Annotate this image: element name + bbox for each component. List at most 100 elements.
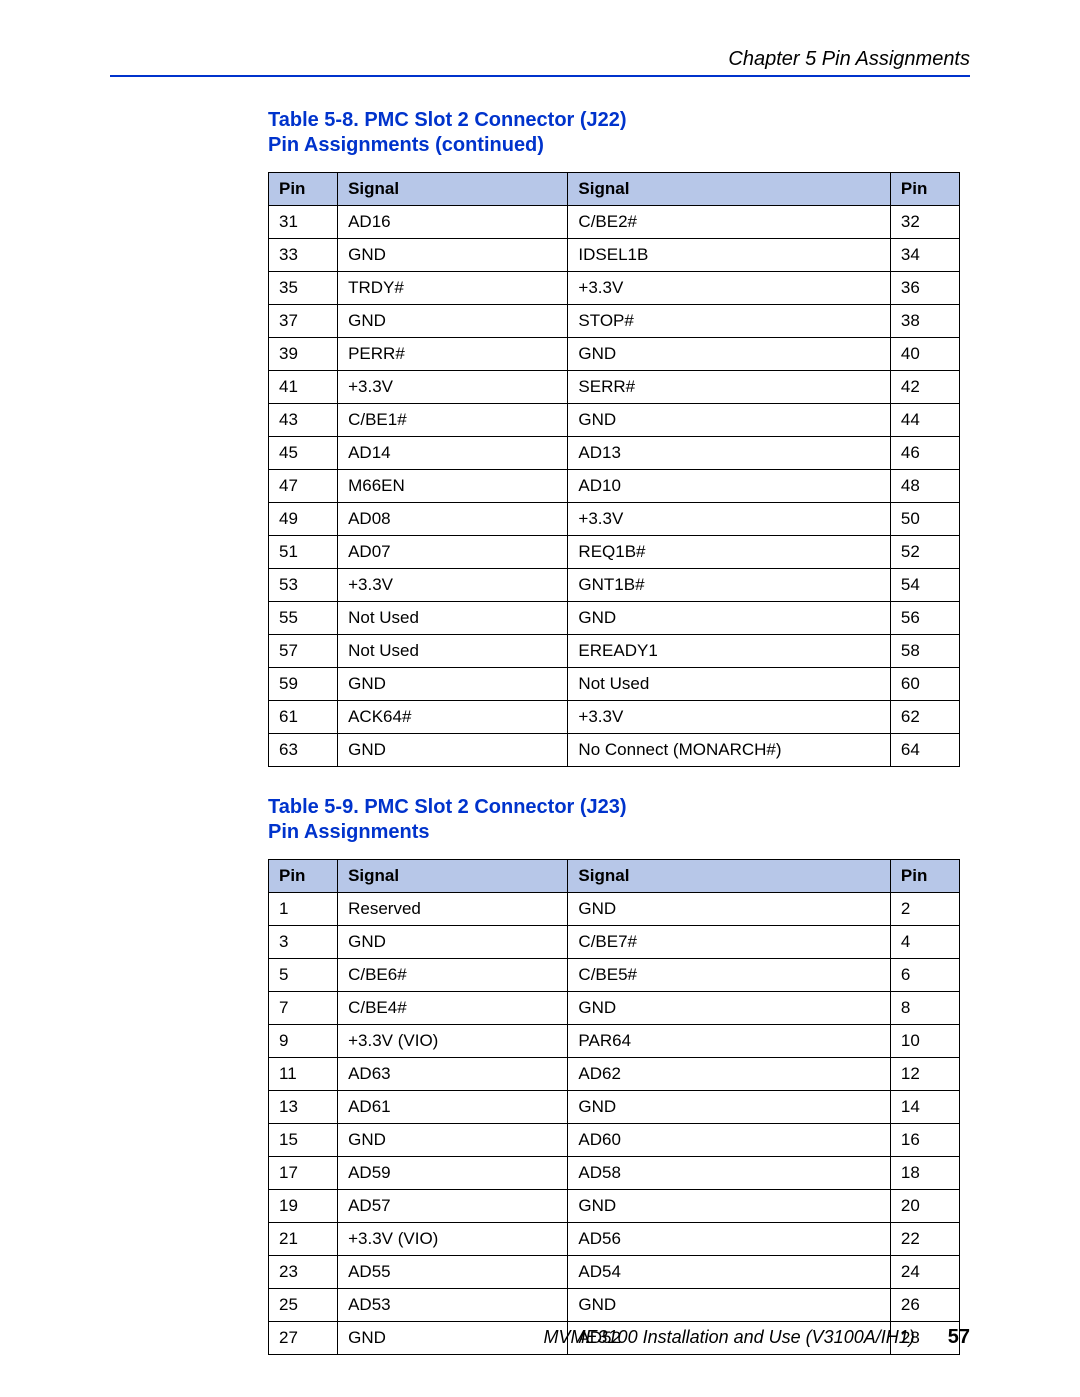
cell-signal-right: EREADY1	[568, 635, 890, 668]
cell-signal-left: AD63	[338, 1058, 568, 1091]
cell-pin-right: 2	[890, 893, 959, 926]
cell-signal-left: AD08	[338, 503, 568, 536]
cell-pin-right: 38	[890, 305, 959, 338]
cell-pin-right: 6	[890, 959, 959, 992]
cell-pin-right: 32	[890, 206, 959, 239]
cell-signal-left: GND	[338, 239, 568, 272]
cell-signal-right: STOP#	[568, 305, 890, 338]
cell-pin-right: 20	[890, 1190, 959, 1223]
cell-pin-right: 26	[890, 1289, 959, 1322]
cell-pin-left: 41	[269, 371, 338, 404]
cell-signal-left: C/BE1#	[338, 404, 568, 437]
cell-signal-left: GND	[338, 734, 568, 767]
cell-pin-left: 25	[269, 1289, 338, 1322]
table-row: 19AD57GND20	[269, 1190, 960, 1223]
cell-pin-left: 3	[269, 926, 338, 959]
cell-pin-left: 63	[269, 734, 338, 767]
cell-pin-right: 46	[890, 437, 959, 470]
cell-signal-right: GND	[568, 338, 890, 371]
cell-pin-left: 7	[269, 992, 338, 1025]
cell-pin-left: 27	[269, 1322, 338, 1355]
cell-pin-left: 49	[269, 503, 338, 536]
cell-pin-left: 45	[269, 437, 338, 470]
col-signal-left: Signal	[338, 860, 568, 893]
cell-signal-right: No Connect (MONARCH#)	[568, 734, 890, 767]
cell-signal-right: REQ1B#	[568, 536, 890, 569]
table-row: 3GNDC/BE7#4	[269, 926, 960, 959]
table-row: 57Not UsedEREADY158	[269, 635, 960, 668]
cell-pin-left: 21	[269, 1223, 338, 1256]
cell-signal-right: IDSEL1B	[568, 239, 890, 272]
cell-pin-left: 55	[269, 602, 338, 635]
cell-pin-left: 53	[269, 569, 338, 602]
cell-signal-left: AD57	[338, 1190, 568, 1223]
cell-pin-left: 19	[269, 1190, 338, 1223]
cell-signal-right: +3.3V	[568, 503, 890, 536]
table-row: 41+3.3VSERR#42	[269, 371, 960, 404]
cell-pin-right: 22	[890, 1223, 959, 1256]
cell-signal-right: AD60	[568, 1124, 890, 1157]
cell-pin-right: 36	[890, 272, 959, 305]
footer-page-number: 57	[948, 1326, 970, 1348]
cell-pin-right: 42	[890, 371, 959, 404]
cell-pin-left: 35	[269, 272, 338, 305]
cell-pin-right: 8	[890, 992, 959, 1025]
footer-doc-title: MVME3100 Installation and Use (V3100A/IH…	[544, 1327, 915, 1347]
col-pin-left: Pin	[269, 173, 338, 206]
col-pin-right: Pin	[890, 173, 959, 206]
cell-signal-right: GND	[568, 893, 890, 926]
cell-pin-left: 37	[269, 305, 338, 338]
cell-signal-left: +3.3V (VIO)	[338, 1223, 568, 1256]
cell-signal-left: M66EN	[338, 470, 568, 503]
cell-signal-right: C/BE2#	[568, 206, 890, 239]
cell-signal-left: AD16	[338, 206, 568, 239]
cell-signal-left: TRDY#	[338, 272, 568, 305]
cell-pin-left: 61	[269, 701, 338, 734]
page-footer: MVME3100 Installation and Use (V3100A/IH…	[544, 1326, 970, 1349]
cell-signal-right: GND	[568, 1289, 890, 1322]
cell-pin-right: 64	[890, 734, 959, 767]
cell-signal-left: +3.3V	[338, 569, 568, 602]
cell-signal-left: Not Used	[338, 602, 568, 635]
cell-pin-left: 43	[269, 404, 338, 437]
cell-signal-left: AD55	[338, 1256, 568, 1289]
cell-signal-right: GND	[568, 1091, 890, 1124]
cell-signal-right: SERR#	[568, 371, 890, 404]
cell-signal-right: AD56	[568, 1223, 890, 1256]
table-row: 23AD55AD5424	[269, 1256, 960, 1289]
cell-signal-left: Reserved	[338, 893, 568, 926]
table-row: 55Not UsedGND56	[269, 602, 960, 635]
cell-pin-left: 39	[269, 338, 338, 371]
cell-signal-left: AD53	[338, 1289, 568, 1322]
cell-pin-right: 48	[890, 470, 959, 503]
table-header-row: Pin Signal Signal Pin	[269, 860, 960, 893]
table-row: 9+3.3V (VIO)PAR6410	[269, 1025, 960, 1058]
cell-signal-right: GND	[568, 992, 890, 1025]
cell-signal-left: AD61	[338, 1091, 568, 1124]
table-header-row: Pin Signal Signal Pin	[269, 173, 960, 206]
page: Chapter 5 Pin Assignments Table 5-8. PMC…	[0, 0, 1080, 1397]
cell-pin-right: 14	[890, 1091, 959, 1124]
col-pin-left: Pin	[269, 860, 338, 893]
table-row: 5C/BE6#C/BE5#6	[269, 959, 960, 992]
cell-signal-left: GND	[338, 668, 568, 701]
cell-signal-left: GND	[338, 926, 568, 959]
table-row: 45AD14AD1346	[269, 437, 960, 470]
table-row: 39PERR#GND40	[269, 338, 960, 371]
cell-pin-right: 40	[890, 338, 959, 371]
table-row: 21+3.3V (VIO)AD5622	[269, 1223, 960, 1256]
cell-pin-left: 59	[269, 668, 338, 701]
cell-signal-right: C/BE5#	[568, 959, 890, 992]
cell-signal-left: C/BE4#	[338, 992, 568, 1025]
cell-pin-right: 4	[890, 926, 959, 959]
table-row: 33GNDIDSEL1B34	[269, 239, 960, 272]
cell-signal-left: ACK64#	[338, 701, 568, 734]
table-row: 63GNDNo Connect (MONARCH#)64	[269, 734, 960, 767]
table-row: 11AD63AD6212	[269, 1058, 960, 1091]
header-rule	[110, 75, 970, 77]
cell-pin-left: 9	[269, 1025, 338, 1058]
cell-pin-right: 44	[890, 404, 959, 437]
table-5-8: Pin Signal Signal Pin 31AD16C/BE2#3233GN…	[268, 172, 960, 767]
cell-signal-right: AD54	[568, 1256, 890, 1289]
table-row: 49AD08+3.3V50	[269, 503, 960, 536]
